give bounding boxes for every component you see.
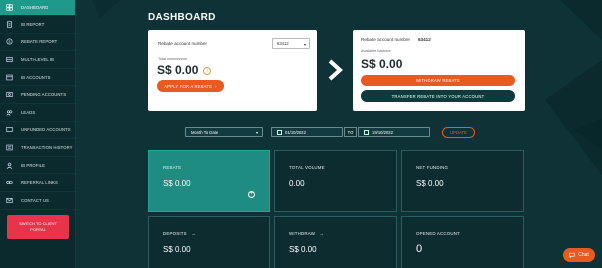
stat-title: REBATE — [163, 165, 182, 170]
to-label: TO — [344, 127, 357, 137]
apply-for-rebate-button[interactable]: APPLY FOR A REBATE › — [157, 80, 224, 92]
rebate-icon: $ — [6, 38, 13, 45]
history-icon — [6, 144, 13, 151]
pending-icon — [6, 91, 13, 98]
chevron-down-icon: ▾ — [303, 42, 306, 47]
stat-title: NET FUNDING — [416, 165, 449, 170]
stat-title: OPENED ACCOUNT — [416, 231, 461, 236]
sidebar-item-ib-report[interactable]: IB REPORT — [0, 16, 75, 34]
total-commission-label: Total commission — [158, 57, 188, 61]
calendar-icon — [277, 129, 282, 135]
sidebar-item-label: TRANSACTION HISTORY — [21, 144, 73, 150]
update-button[interactable]: UPDATE — [442, 127, 475, 138]
period-select-value: Month To Date — [191, 129, 219, 135]
sidebar-item-label: REBATE REPORT — [21, 39, 58, 45]
svg-text:$: $ — [8, 40, 10, 44]
sidebar-item-rebate-report[interactable]: $ REBATE REPORT — [0, 34, 75, 52]
sidebar-item-pending-accounts[interactable]: PENDING ACCOUNTS — [0, 86, 75, 104]
network-icon — [6, 56, 13, 63]
stat-title: TOTAL VOLUME — [289, 165, 325, 170]
rebate-account-label: Rebate account number — [158, 41, 208, 46]
accounts-icon — [6, 74, 13, 81]
sidebar-item-transaction-history[interactable]: TRANSACTION HISTORY — [0, 139, 75, 157]
chat-button[interactable]: Chat — [563, 248, 595, 262]
sidebar-item-label: PENDING ACCOUNTS — [21, 92, 67, 98]
sidebar-item-label: LEADS — [21, 109, 36, 115]
date-from-value: 01/10/2022 — [285, 129, 306, 135]
sidebar-item-unfunded-accounts[interactable]: UNFUNDED ACCOUNTS — [0, 122, 75, 140]
available-balance-label: Available balance — [361, 49, 391, 53]
sidebar-item-label: IB REPORT — [21, 21, 45, 27]
dashboard-icon — [6, 4, 13, 11]
sidebar-item-contact-us[interactable]: CONTACT US — [0, 192, 75, 210]
stat-card-deposits[interactable]: DEPOSITS → S$ 0.00 — [148, 216, 270, 268]
sidebar-item-label: UNFUNDED ACCOUNTS — [21, 127, 71, 133]
period-select[interactable]: Month To Date ▾ — [185, 127, 263, 137]
sidebar-item-label: CONTACT US — [21, 197, 49, 203]
stat-card-withdraw[interactable]: WITHDRAW → S$ 0.00 — [274, 216, 397, 268]
sidebar-item-multi-level-ib[interactable]: MULTI-LEVEL IB — [0, 51, 75, 69]
stat-title: DEPOSITS → — [163, 231, 196, 236]
balance-account-number: 63412 — [418, 37, 431, 42]
stat-value: S$ 0.00 — [289, 245, 317, 254]
contact-icon — [6, 197, 13, 204]
calendar-icon — [364, 129, 369, 135]
balance-account-label: Rebate account number — [361, 37, 411, 42]
stat-title: WITHDRAW → — [289, 231, 325, 236]
apply-button-label: APPLY FOR A REBATE — [164, 83, 213, 89]
chat-bubble-icon — [569, 252, 575, 258]
switch-label-line2: PORTAL — [30, 227, 46, 232]
unfunded-icon — [6, 126, 13, 133]
sidebar-item-dashboard[interactable]: DASHBOARD — [0, 0, 75, 16]
rebate-account-select[interactable]: 63412 ▾ — [272, 38, 310, 49]
date-from-input[interactable]: 01/10/2022 — [271, 127, 343, 137]
info-icon[interactable]: i — [203, 67, 211, 75]
date-to-value: 19/10/2022 — [372, 129, 393, 135]
arrow-right-icon: → — [191, 231, 196, 236]
sidebar-item-leads[interactable]: LEADS — [0, 104, 75, 122]
total-commission-value: S$ 0.00 — [157, 63, 199, 77]
stat-card-net-funding: NET FUNDING S$ 0.00 — [401, 150, 524, 212]
sidebar-item-label: IB ACCOUNTS — [21, 74, 51, 80]
link-icon — [6, 179, 13, 186]
page-title: DASHBOARD — [148, 12, 216, 23]
available-balance-value: S$ 0.00 — [361, 57, 403, 71]
sidebar-item-label: REFERRAL LINKS — [21, 180, 58, 186]
transfer-rebate-button[interactable]: TRANSFER REBATE INTO YOUR ACCOUNT — [361, 90, 515, 102]
chat-label: Chat — [578, 252, 589, 258]
stat-value: 0 — [416, 243, 423, 255]
sidebar: DASHBOARD IB REPORT $ REBATE REPORT MULT… — [0, 0, 76, 268]
stat-card-rebate[interactable]: REBATE S$ 0.00 + — [148, 150, 270, 212]
stat-value: 0.00 — [289, 179, 305, 188]
report-icon — [6, 21, 13, 28]
sidebar-item-label: IB PROFILE — [21, 162, 46, 168]
stat-value: S$ 0.00 — [163, 179, 191, 188]
arrow-right-icon: → — [319, 231, 325, 236]
rebate-account-select-value: 63412 — [277, 41, 289, 46]
stat-value: S$ 0.00 — [163, 245, 191, 254]
sidebar-item-label: DASHBOARD — [21, 5, 49, 10]
sidebar-item-referral-links[interactable]: REFERRAL LINKS — [0, 174, 75, 192]
date-to-input[interactable]: 19/10/2022 — [358, 127, 430, 137]
switch-to-client-portal-button[interactable]: SWITCH TO CLIENT PORTAL — [7, 215, 69, 239]
add-circle-icon[interactable]: + — [248, 191, 255, 198]
chevron-down-icon: ▾ — [255, 130, 258, 135]
chevron-right-icon — [328, 59, 343, 81]
profile-icon — [6, 162, 13, 169]
withdraw-rebate-button[interactable]: WITHDRAW REBATE — [361, 75, 515, 86]
chevron-right-icon: › — [215, 83, 217, 89]
stat-value: S$ 0.00 — [416, 179, 444, 188]
sidebar-item-ib-accounts[interactable]: IB ACCOUNTS — [0, 69, 75, 87]
sidebar-item-label: MULTI-LEVEL IB — [21, 56, 55, 62]
stat-card-total-volume: TOTAL VOLUME 0.00 — [274, 150, 397, 212]
leads-icon — [6, 109, 13, 116]
sidebar-item-ib-profile[interactable]: IB PROFILE — [0, 157, 75, 175]
stat-card-opened-account: OPENED ACCOUNT 0 — [401, 216, 524, 268]
